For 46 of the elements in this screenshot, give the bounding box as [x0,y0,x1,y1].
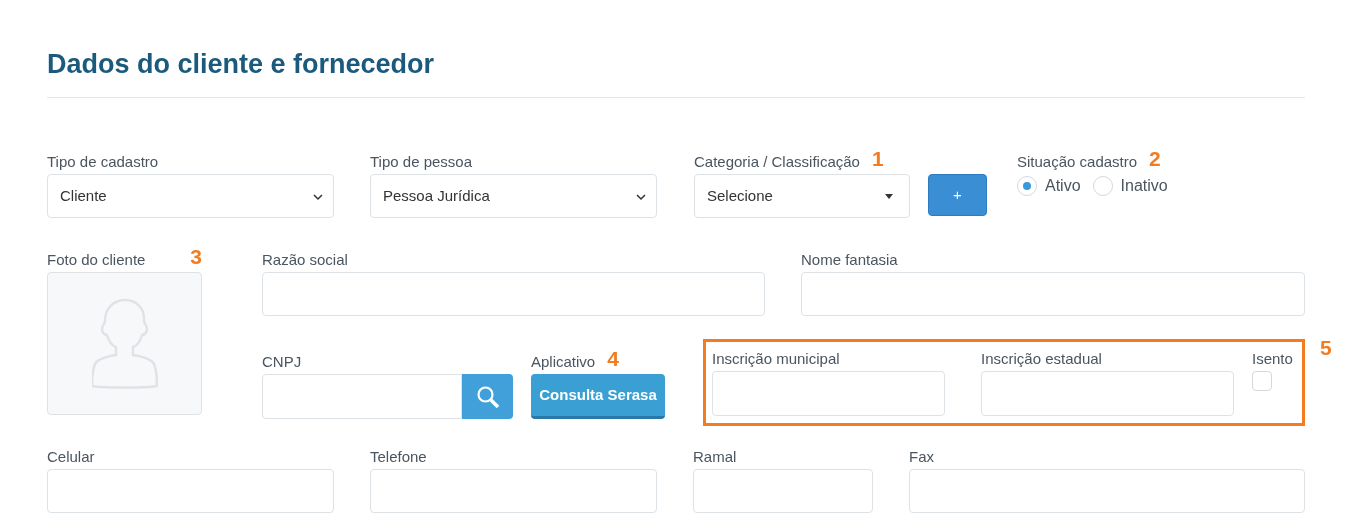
checkbox[interactable] [1252,371,1272,391]
radio-label: Ativo [1045,176,1081,196]
select-field[interactable]: Pessoa Jurídica [370,174,657,218]
field-label: Situação cadastro [1017,154,1138,169]
annotation-number: 4 [607,348,619,369]
field-label: CNPJ [262,354,302,369]
field-label: Telefone [370,449,427,464]
input-field[interactable] [47,469,334,513]
field-label: Inscrição estadual [981,351,1102,366]
field-label: Fax [909,449,934,464]
select-field[interactable]: Selecione [694,174,910,218]
input-field[interactable] [712,371,945,416]
input-field[interactable] [693,469,873,513]
annotation-number: 3 [190,246,202,267]
field-label: Aplicativo [531,354,596,369]
caret-icon [885,194,893,199]
input-field[interactable] [262,272,765,316]
input-field[interactable] [981,371,1234,416]
select-field[interactable]: Cliente [47,174,334,218]
field-label: Tipo de pessoa [370,154,472,169]
user-silhouette-icon [91,297,158,390]
field-label: Inscrição municipal [712,351,840,366]
chevron-icon [636,194,646,201]
search-button[interactable] [462,374,513,419]
field-label: Ramal [693,449,737,464]
field-label: Isento [1252,351,1293,366]
input-field[interactable] [370,469,657,513]
input-field[interactable] [801,272,1305,316]
radio-label: Inativo [1120,176,1168,196]
photo-placeholder[interactable] [47,272,202,415]
field-label: Foto do cliente [47,252,146,267]
field-label: Razão social [262,252,348,267]
annotation-number: 1 [871,148,884,169]
input-field[interactable] [909,469,1305,513]
annotation-number: 2 [1149,148,1161,169]
search-icon [475,384,500,409]
field-label: Nome fantasia [801,252,898,267]
field-label: Categoria / Classificação [694,154,860,169]
field-label: Tipo de cadastro [47,154,159,169]
page-title: Dados do cliente e fornecedor [47,51,436,81]
input-field[interactable] [262,374,462,419]
field-label: Celular [47,449,95,464]
chevron-icon [313,194,323,201]
annotation-number: 5 [1320,336,1332,359]
radio-button[interactable] [1092,176,1113,196]
radio-button[interactable] [1017,176,1037,196]
